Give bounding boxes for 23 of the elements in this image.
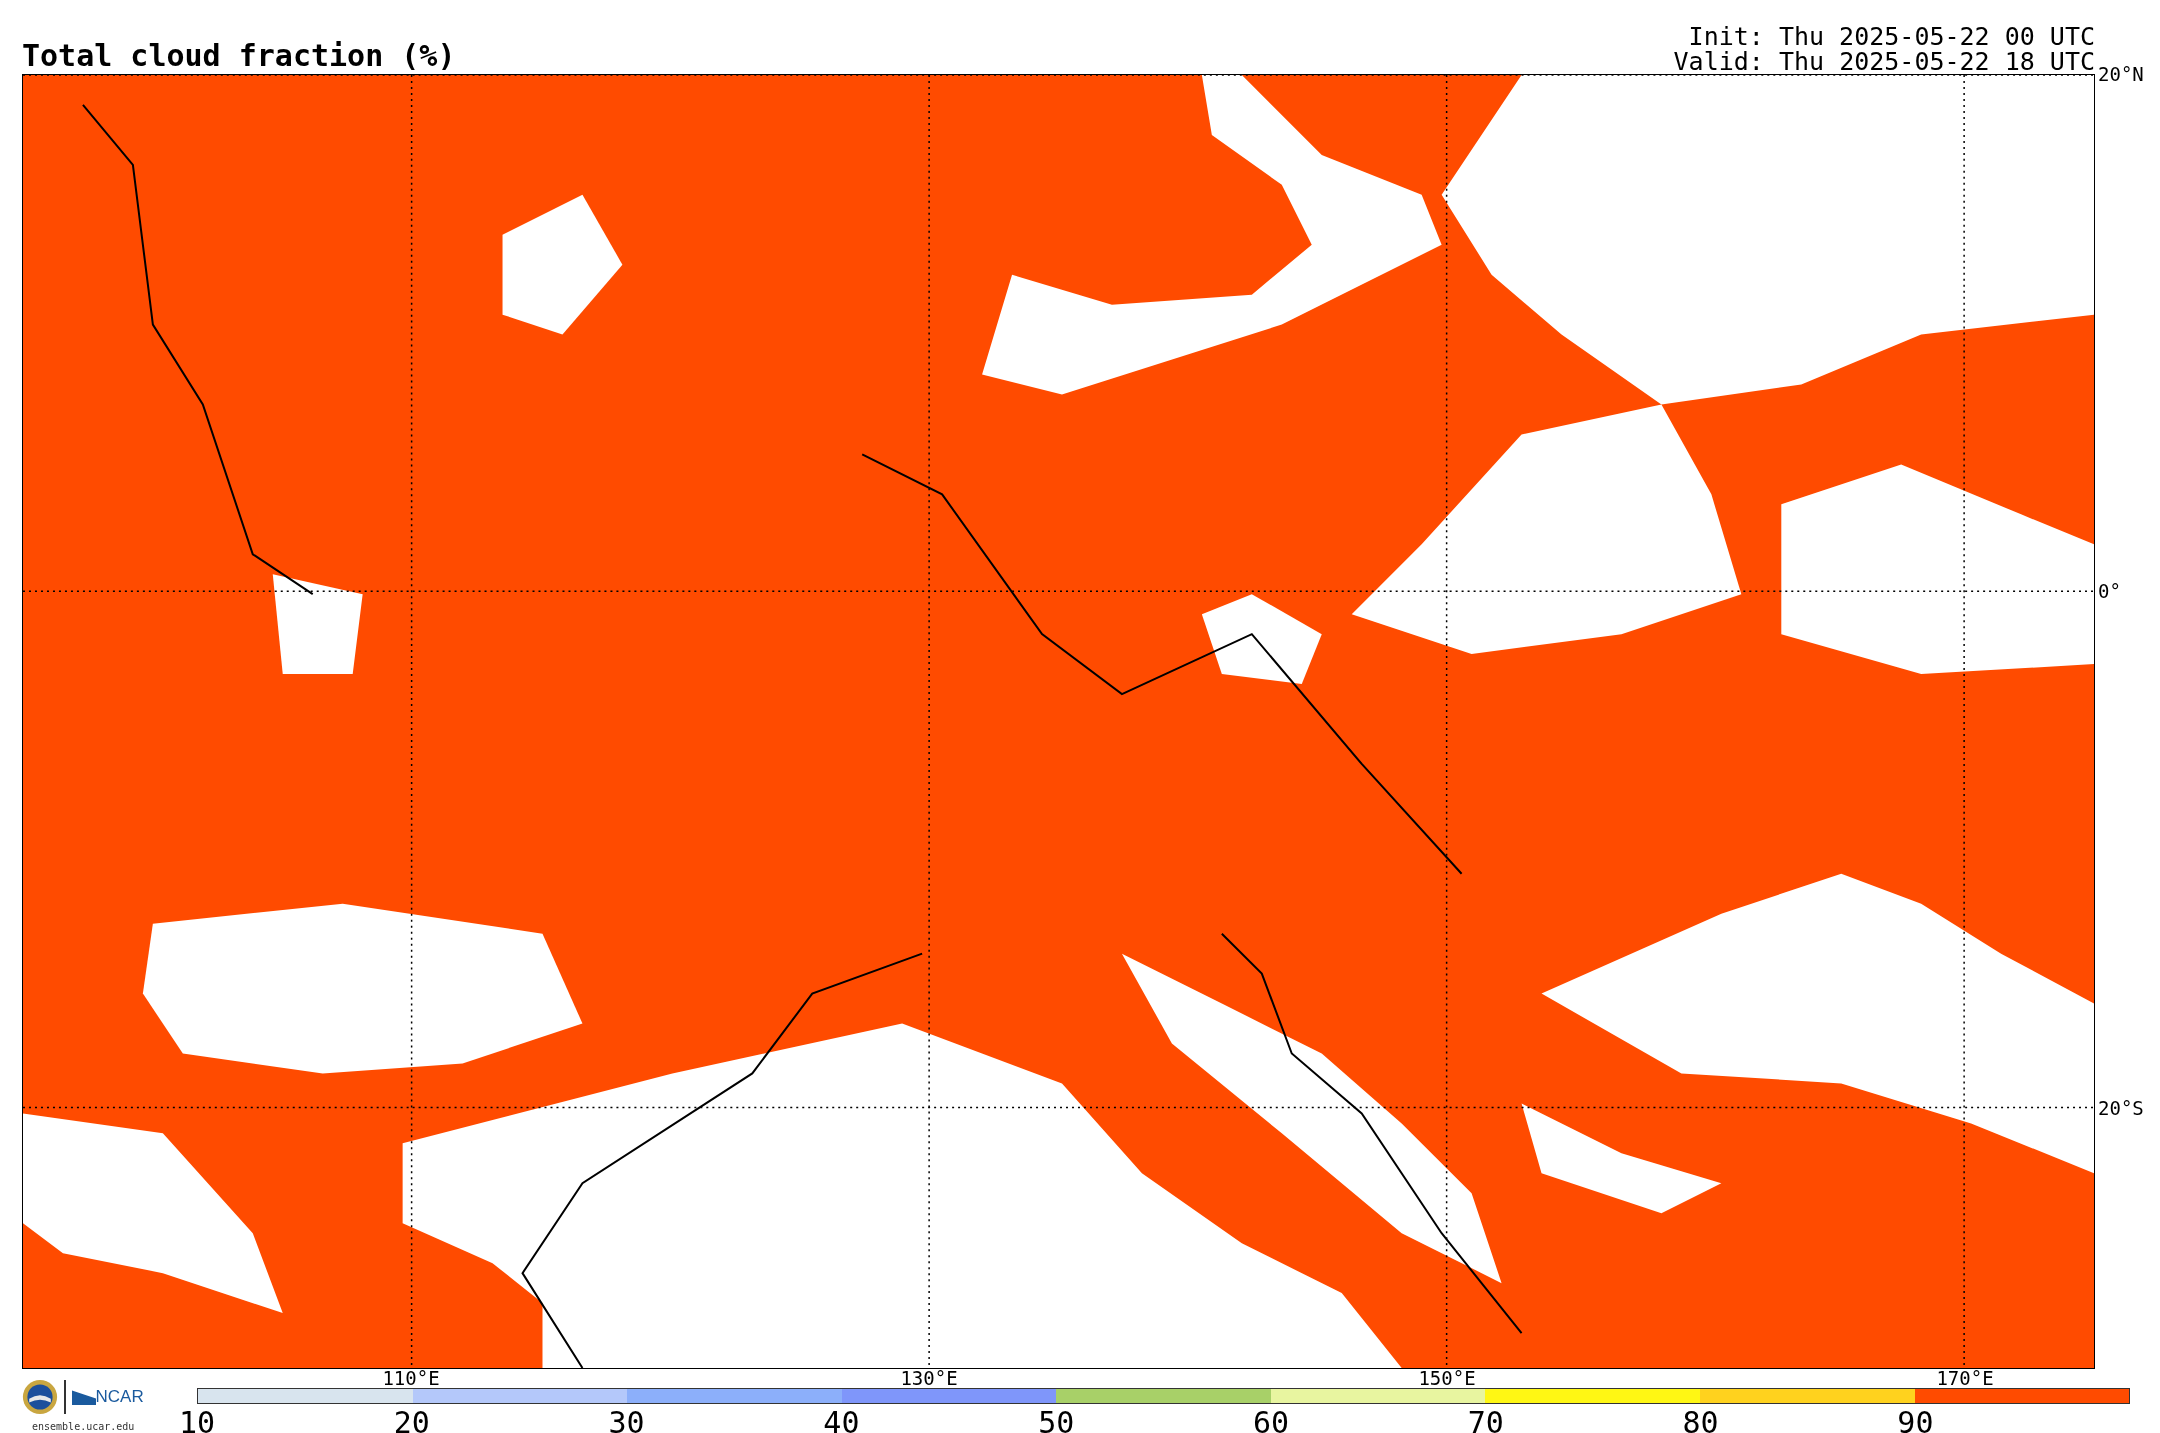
longitude-label: 130°E xyxy=(900,1369,958,1388)
longitude-label: 110°E xyxy=(382,1369,440,1388)
colorbar-tick-label: 20 xyxy=(393,1406,430,1433)
init-time: Init: Thu 2025-05-22 00 UTC xyxy=(1688,24,2095,49)
longitude-label: 150°E xyxy=(1418,1369,1476,1388)
site-url: ensemble.ucar.edu xyxy=(32,1421,136,1432)
colorbar-tick-label: 70 xyxy=(1467,1406,1504,1433)
latitude-label: 0° xyxy=(2098,580,2121,602)
colorbar-tick-label: 80 xyxy=(1682,1406,1719,1433)
colorbar-tick-label: 90 xyxy=(1897,1406,1934,1433)
latitude-label: 20°S xyxy=(2098,1097,2144,1119)
logo-text: NCAR xyxy=(95,1387,144,1407)
valid-time: Valid: Thu 2025-05-22 18 UTC xyxy=(1673,49,2095,74)
colorbar-tick-label: 50 xyxy=(1038,1406,1075,1433)
colorbar-tick-label: 60 xyxy=(1252,1406,1290,1433)
chart-title: Total cloud fraction (%) xyxy=(22,41,456,71)
colorbar-tick-label: 30 xyxy=(608,1406,645,1433)
colorbar-tick-label: 40 xyxy=(823,1406,860,1433)
longitude-label: 170°E xyxy=(1936,1369,1994,1388)
logo-icon xyxy=(71,1388,96,1406)
colorbar-tick-label: 10 xyxy=(178,1406,216,1433)
seal-icon xyxy=(22,1379,58,1415)
latitude-label: 20°N xyxy=(2098,63,2144,85)
